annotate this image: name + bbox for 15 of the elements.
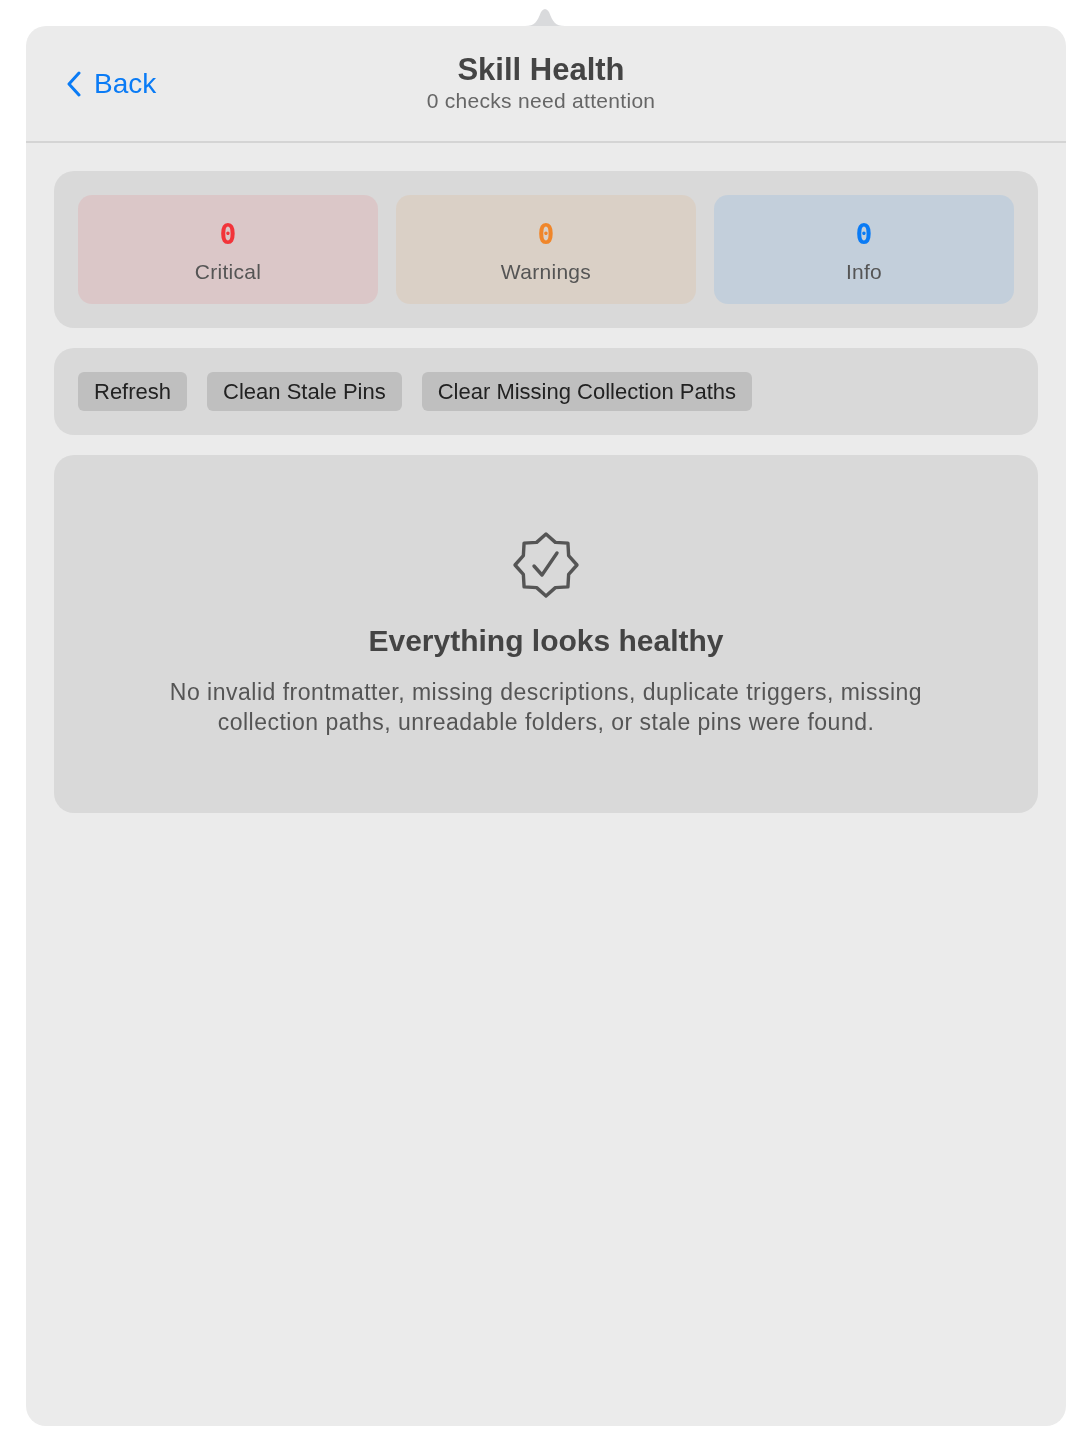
count-value: 0	[537, 218, 555, 251]
card-label: Critical	[194, 258, 262, 285]
card-label: Info	[845, 258, 883, 285]
count-value: 0	[855, 218, 873, 251]
checkmark-badge-icon	[512, 531, 580, 599]
action-button[interactable]: Clean Stale Pins	[207, 372, 402, 411]
count-value: 0	[219, 218, 237, 251]
action-button[interactable]: Clear Missing Collection Paths	[421, 372, 753, 411]
chevron-left-icon	[66, 71, 82, 97]
empty-state-title: Everything looks healthy	[368, 623, 724, 659]
page-subtitle: 0 checks need attention	[426, 88, 656, 114]
empty-state-message: No invalid frontmatter, missing descriptions, duplicate triggers, missing collection paths, unreadable folders, or stale pins were found.	[168, 678, 924, 737]
action-button[interactable]: Refresh	[78, 372, 188, 411]
card-label: Warnings	[500, 258, 592, 285]
page-title: Skill Health	[457, 51, 625, 88]
